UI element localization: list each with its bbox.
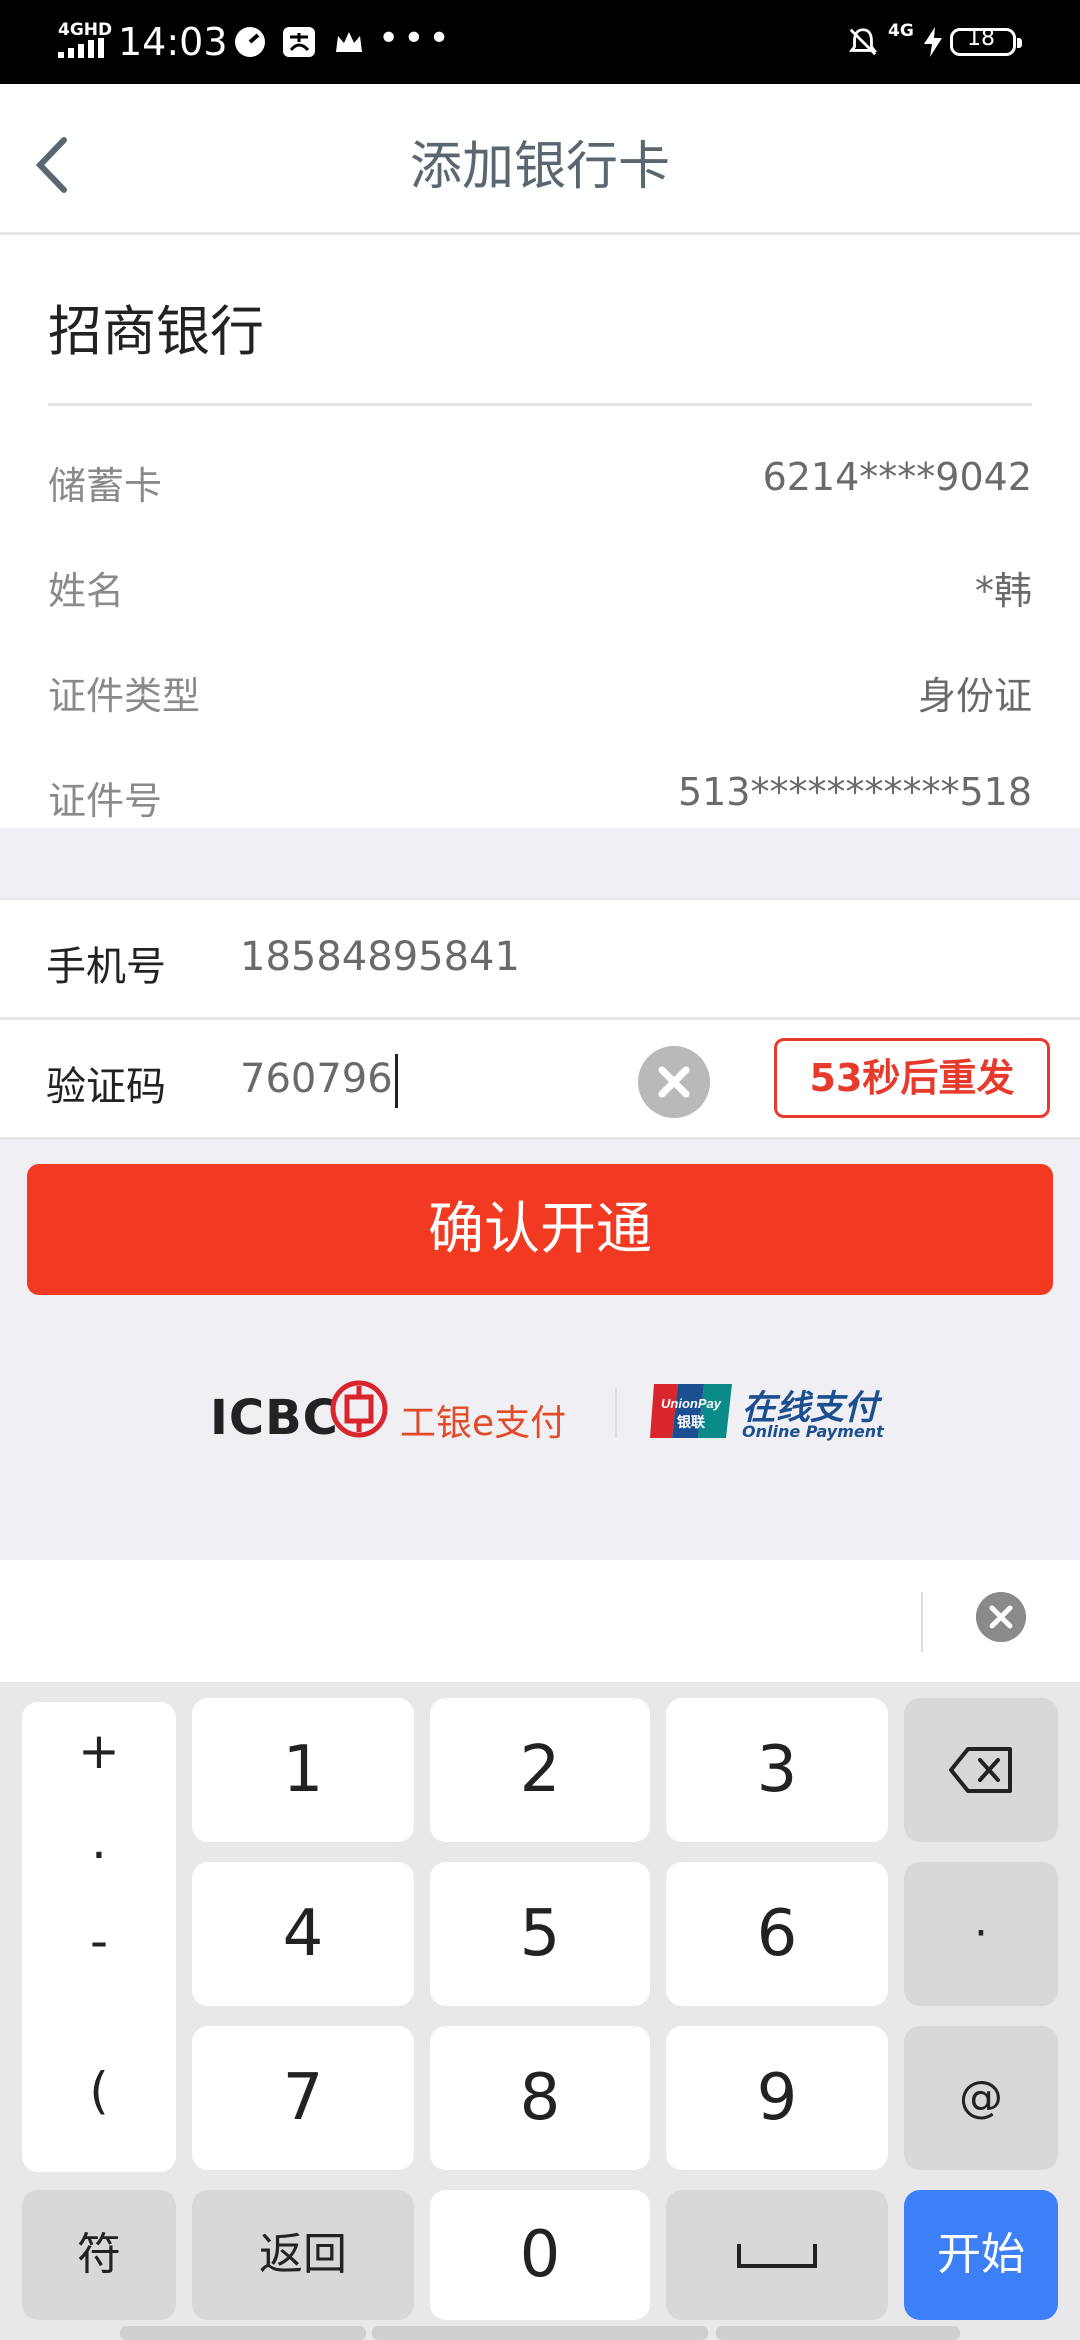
- symbol-dot[interactable]: .: [22, 1812, 176, 1870]
- verification-code-field[interactable]: 验证码 760796 53秒后重发: [0, 1020, 1080, 1140]
- backspace-icon: [949, 1747, 1012, 1793]
- divider: [48, 403, 1032, 406]
- phone-label: 手机号: [46, 944, 166, 990]
- speed-icon: [235, 27, 265, 57]
- back-key[interactable]: 返回: [192, 2190, 414, 2320]
- key-0[interactable]: 0: [430, 2190, 650, 2320]
- id-type-value: 身份证: [917, 674, 1032, 718]
- alipay-icon: [283, 27, 315, 57]
- status-bar: 4GHD 14:03 ••• 4G 18: [0, 0, 1080, 84]
- key-6[interactable]: 6: [666, 1862, 888, 2006]
- unionpay-en-text: Online Payment: [742, 1422, 884, 1441]
- close-keyboard-icon[interactable]: [976, 1592, 1026, 1642]
- nav-bar-segment: [716, 2326, 960, 2340]
- at-key[interactable]: @: [904, 2026, 1058, 2170]
- nav-bar-segment: [372, 2326, 708, 2340]
- toolbar-divider: [921, 1592, 923, 1652]
- key-5[interactable]: 5: [430, 1862, 650, 2006]
- unionpay-badge-cn: 银联: [677, 1414, 706, 1431]
- id-number-label: 证件号: [48, 779, 163, 823]
- symbol-paren[interactable]: (: [22, 2062, 176, 2120]
- card-type-label: 储蓄卡: [48, 464, 163, 508]
- nav-bar-segment: [120, 2326, 366, 2340]
- code-label: 验证码: [46, 1064, 166, 1110]
- bank-name: 招商银行: [48, 300, 264, 363]
- symbol-plus[interactable]: +: [22, 1722, 176, 1780]
- space-icon: [737, 2244, 817, 2268]
- key-8[interactable]: 8: [430, 2026, 650, 2170]
- mute-icon: [848, 28, 878, 56]
- numeric-keyboard: + . - ( 1 2 3 4 5 6 · 7 8 9 @ 符 返回 0 开始: [0, 1682, 1080, 2340]
- space-key[interactable]: [666, 2190, 888, 2320]
- key-1[interactable]: 1: [192, 1698, 414, 1842]
- keyboard-toolbar: [0, 1560, 1080, 1682]
- key-3[interactable]: 3: [666, 1698, 888, 1842]
- page-title: 添加银行卡: [409, 137, 670, 197]
- symbol-minus[interactable]: -: [22, 1912, 176, 1970]
- unionpay-logo-icon: UnionPay 银联: [650, 1384, 732, 1438]
- code-value: 760796: [240, 1056, 393, 1102]
- crown-icon: [336, 32, 362, 52]
- text-cursor: [394, 1054, 398, 1108]
- network-type-2: 4G: [888, 21, 914, 41]
- logo-separator: [615, 1388, 617, 1438]
- icbc-pay-text: 工银e支付: [400, 1403, 567, 1444]
- key-9[interactable]: 9: [666, 2026, 888, 2170]
- id-number-value: 513***********518: [677, 770, 1032, 814]
- charging-icon: [924, 27, 942, 57]
- section-gap: [0, 828, 1080, 901]
- key-4[interactable]: 4: [192, 1862, 414, 2006]
- name-label: 姓名: [48, 569, 125, 613]
- payment-logos: ICBC 工银e支付 UnionPay 银联 在线支付 Online Payme…: [210, 1380, 890, 1460]
- name-value: *韩: [974, 569, 1032, 613]
- unionpay-badge-text: UnionPay: [661, 1396, 722, 1411]
- confirm-button[interactable]: 确认开通: [27, 1164, 1053, 1295]
- phone-input[interactable]: 18584895841: [240, 934, 520, 980]
- card-number-value: 6214****9042: [762, 455, 1032, 499]
- symbol-column[interactable]: + . - (: [22, 1702, 176, 2172]
- id-type-label: 证件类型: [48, 674, 201, 718]
- resend-code-button[interactable]: 53秒后重发: [774, 1038, 1050, 1118]
- signal-icon: [58, 38, 104, 58]
- key-7[interactable]: 7: [192, 2026, 414, 2170]
- card-info-section: 招商银行 储蓄卡 6214****9042 姓名 *韩 证件类型 身份证 证件号…: [0, 235, 1080, 828]
- icbc-logo-icon: [330, 1380, 388, 1438]
- symbol-key[interactable]: 符: [22, 2190, 176, 2320]
- network-type: 4GHD: [58, 20, 113, 40]
- icbc-logo-text: ICBC: [210, 1390, 339, 1446]
- phone-field[interactable]: 手机号 18584895841: [0, 900, 1080, 1020]
- header: 添加银行卡: [0, 84, 1080, 235]
- more-notifications-icon: •••: [378, 18, 454, 59]
- battery-level: 18: [967, 26, 995, 51]
- backspace-key[interactable]: [904, 1698, 1058, 1842]
- dot-key[interactable]: ·: [904, 1862, 1058, 2006]
- start-key[interactable]: 开始: [904, 2190, 1058, 2320]
- battery-icon: 18: [950, 26, 1022, 56]
- key-2[interactable]: 2: [430, 1698, 650, 1842]
- clear-input-icon[interactable]: [638, 1046, 710, 1118]
- code-input[interactable]: 760796: [240, 1054, 398, 1108]
- status-time: 14:03: [118, 20, 228, 64]
